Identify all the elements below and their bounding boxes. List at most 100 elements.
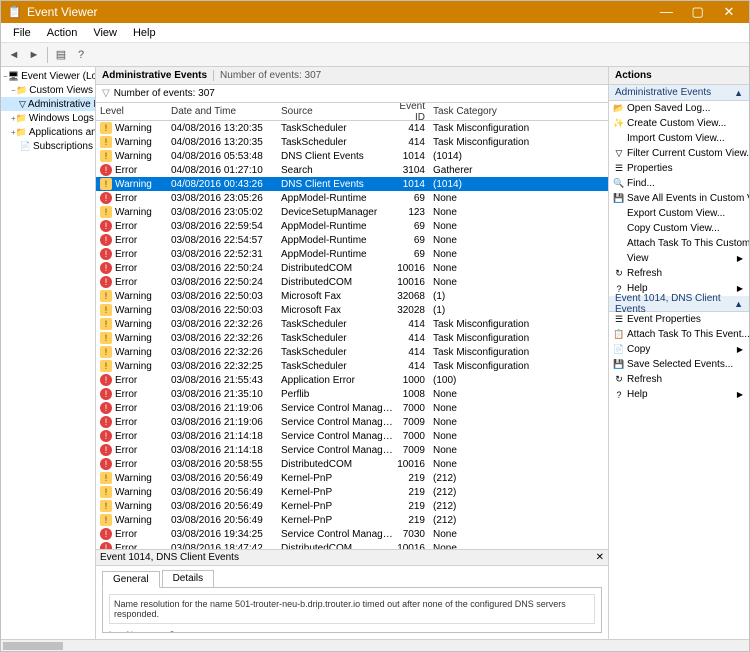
action-item[interactable]: 🔍Find... xyxy=(609,176,749,191)
back-button[interactable]: ◄ xyxy=(5,46,23,64)
event-row[interactable]: !Error03/08/2016 18:47:42DistributedCOM1… xyxy=(96,541,608,549)
action-item[interactable]: View▶ xyxy=(609,251,749,266)
events-list[interactable]: Level Date and Time Source Event ID Task… xyxy=(96,103,608,549)
event-row[interactable]: !Warning03/08/2016 22:50:03Microsoft Fax… xyxy=(96,289,608,303)
forward-button[interactable]: ► xyxy=(25,46,43,64)
event-row[interactable]: !Warning03/08/2016 20:56:49Kernel-PnP219… xyxy=(96,499,608,513)
warning-icon: ! xyxy=(100,332,112,344)
menu-help[interactable]: Help xyxy=(125,25,164,41)
event-row[interactable]: !Warning03/08/2016 22:32:25TaskScheduler… xyxy=(96,359,608,373)
event-row[interactable]: !Warning03/08/2016 23:05:02DeviceSetupMa… xyxy=(96,205,608,219)
event-row[interactable]: !Warning03/08/2016 22:32:26TaskScheduler… xyxy=(96,345,608,359)
close-button[interactable]: ✕ xyxy=(715,4,743,20)
action-item[interactable]: ☰Event Properties xyxy=(609,312,749,327)
event-row[interactable]: !Error03/08/2016 19:34:25Service Control… xyxy=(96,527,608,541)
tree-custom-views[interactable]: −📁 Custom Views xyxy=(1,83,95,97)
col-id[interactable]: Event ID xyxy=(391,103,431,123)
event-row[interactable]: !Error03/08/2016 22:50:24DistributedCOM1… xyxy=(96,261,608,275)
tree-root[interactable]: −🖥 Event Viewer (Local) xyxy=(1,69,95,83)
action-item[interactable]: ↻Refresh xyxy=(609,266,749,281)
error-icon: ! xyxy=(100,164,112,176)
menu-view[interactable]: View xyxy=(85,25,125,41)
col-date[interactable]: Date and Time xyxy=(171,106,281,117)
app-icon: 📋 xyxy=(7,5,21,19)
event-row[interactable]: !Error03/08/2016 21:35:10Perflib1008None xyxy=(96,387,608,401)
action-item[interactable]: Export Custom View... xyxy=(609,206,749,221)
event-row[interactable]: !Error04/08/2016 01:27:10Search3104Gathe… xyxy=(96,163,608,177)
event-row[interactable]: !Error03/08/2016 22:54:57AppModel-Runtim… xyxy=(96,233,608,247)
event-row[interactable]: !Warning03/08/2016 20:56:49Kernel-PnP219… xyxy=(96,485,608,499)
tree-horizontal-scrollbar[interactable] xyxy=(1,639,749,651)
titlebar[interactable]: 📋 Event Viewer — ▢ ✕ xyxy=(1,1,749,23)
log-name-label: Log Name: xyxy=(109,630,169,633)
action-icon: 📄 xyxy=(613,344,625,355)
action-item[interactable]: 📋Attach Task To This Event... xyxy=(609,327,749,342)
menu-action[interactable]: Action xyxy=(39,25,86,41)
help-button[interactable]: ? xyxy=(72,46,90,64)
action-icon: ↻ xyxy=(613,374,625,385)
action-item[interactable]: 💾Save All Events in Custom View As... xyxy=(609,191,749,206)
actions-pane: Actions Administrative Events ▲ 📂Open Sa… xyxy=(609,67,749,639)
tab-general[interactable]: General xyxy=(102,571,160,588)
event-row[interactable]: !Error03/08/2016 22:50:24DistributedCOM1… xyxy=(96,275,608,289)
event-row[interactable]: !Warning03/08/2016 20:56:49Kernel-PnP219… xyxy=(96,513,608,527)
action-item[interactable]: ?Help▶ xyxy=(609,281,749,296)
action-item[interactable]: 💾Save Selected Events... xyxy=(609,357,749,372)
col-cat[interactable]: Task Category xyxy=(431,106,608,117)
detail-title: Event 1014, DNS Client Events xyxy=(100,552,239,563)
menu-file[interactable]: File xyxy=(5,25,39,41)
action-item[interactable]: ☰Properties xyxy=(609,161,749,176)
nav-tree: −🖥 Event Viewer (Local) −📁 Custom Views … xyxy=(1,67,96,639)
action-item[interactable]: Import Custom View... xyxy=(609,131,749,146)
action-icon: 💾 xyxy=(613,359,625,370)
event-row[interactable]: !Error03/08/2016 21:55:43Application Err… xyxy=(96,373,608,387)
maximize-button[interactable]: ▢ xyxy=(684,4,712,20)
action-item[interactable]: 📂Open Saved Log... xyxy=(609,101,749,116)
detail-close-button[interactable]: ✕ xyxy=(596,552,604,563)
action-item[interactable]: Attach Task To This Custom View... xyxy=(609,236,749,251)
action-item[interactable]: ↻Refresh xyxy=(609,372,749,387)
col-source[interactable]: Source xyxy=(281,106,391,117)
actions-group-event[interactable]: Event 1014, DNS Client Events ▲ xyxy=(609,296,749,312)
tree-apps-services[interactable]: +📁 Applications and Services Lo xyxy=(1,125,95,139)
event-row[interactable]: !Warning04/08/2016 05:53:48DNS Client Ev… xyxy=(96,149,608,163)
tab-details[interactable]: Details xyxy=(162,570,215,587)
event-row[interactable]: !Error03/08/2016 22:52:31AppModel-Runtim… xyxy=(96,247,608,261)
action-icon: 📋 xyxy=(613,329,625,340)
event-row[interactable]: !Error03/08/2016 22:59:54AppModel-Runtim… xyxy=(96,219,608,233)
event-row[interactable]: !Warning03/08/2016 22:50:03Microsoft Fax… xyxy=(96,303,608,317)
tree-subscriptions[interactable]: 📄 Subscriptions xyxy=(1,139,95,153)
event-row[interactable]: !Error03/08/2016 21:14:18Service Control… xyxy=(96,443,608,457)
event-count: Number of events: 307 xyxy=(213,70,321,81)
action-item[interactable]: ▽Filter Current Custom View... xyxy=(609,146,749,161)
col-level[interactable]: Level xyxy=(96,106,171,117)
minimize-button[interactable]: — xyxy=(652,4,680,19)
event-row[interactable]: !Warning04/08/2016 00:43:26DNS Client Ev… xyxy=(96,177,608,191)
action-item[interactable]: 📄Copy▶ xyxy=(609,342,749,357)
event-row[interactable]: !Warning03/08/2016 22:32:26TaskScheduler… xyxy=(96,317,608,331)
show-hide-tree-button[interactable]: ▤ xyxy=(52,46,70,64)
actions-group-admin[interactable]: Administrative Events ▲ xyxy=(609,85,749,101)
warning-icon: ! xyxy=(100,122,112,134)
event-row[interactable]: !Error03/08/2016 21:19:06Service Control… xyxy=(96,401,608,415)
event-row[interactable]: !Warning03/08/2016 20:56:49Kernel-PnP219… xyxy=(96,471,608,485)
error-icon: ! xyxy=(100,430,112,442)
action-item[interactable]: Copy Custom View... xyxy=(609,221,749,236)
tree-windows-logs[interactable]: +📁 Windows Logs xyxy=(1,111,95,125)
event-row[interactable]: !Error03/08/2016 20:58:55DistributedCOM1… xyxy=(96,457,608,471)
event-row[interactable]: !Warning04/08/2016 13:20:35TaskScheduler… xyxy=(96,135,608,149)
event-row[interactable]: !Error03/08/2016 21:14:18Service Control… xyxy=(96,429,608,443)
action-item[interactable]: ?Help▶ xyxy=(609,387,749,402)
event-row[interactable]: !Warning03/08/2016 22:32:26TaskScheduler… xyxy=(96,331,608,345)
warning-icon: ! xyxy=(100,318,112,330)
event-row[interactable]: !Error03/08/2016 23:05:26AppModel-Runtim… xyxy=(96,191,608,205)
warning-icon: ! xyxy=(100,290,112,302)
event-row[interactable]: !Error03/08/2016 21:19:06Service Control… xyxy=(96,415,608,429)
log-name-value: System xyxy=(169,630,289,633)
warning-icon: ! xyxy=(100,304,112,316)
tree-admin-events[interactable]: ▽ Administrative Events xyxy=(1,97,95,111)
action-icon: ✨ xyxy=(613,118,625,129)
error-icon: ! xyxy=(100,276,112,288)
action-item[interactable]: ✨Create Custom View... xyxy=(609,116,749,131)
event-row[interactable]: !Warning04/08/2016 13:20:35TaskScheduler… xyxy=(96,121,608,135)
